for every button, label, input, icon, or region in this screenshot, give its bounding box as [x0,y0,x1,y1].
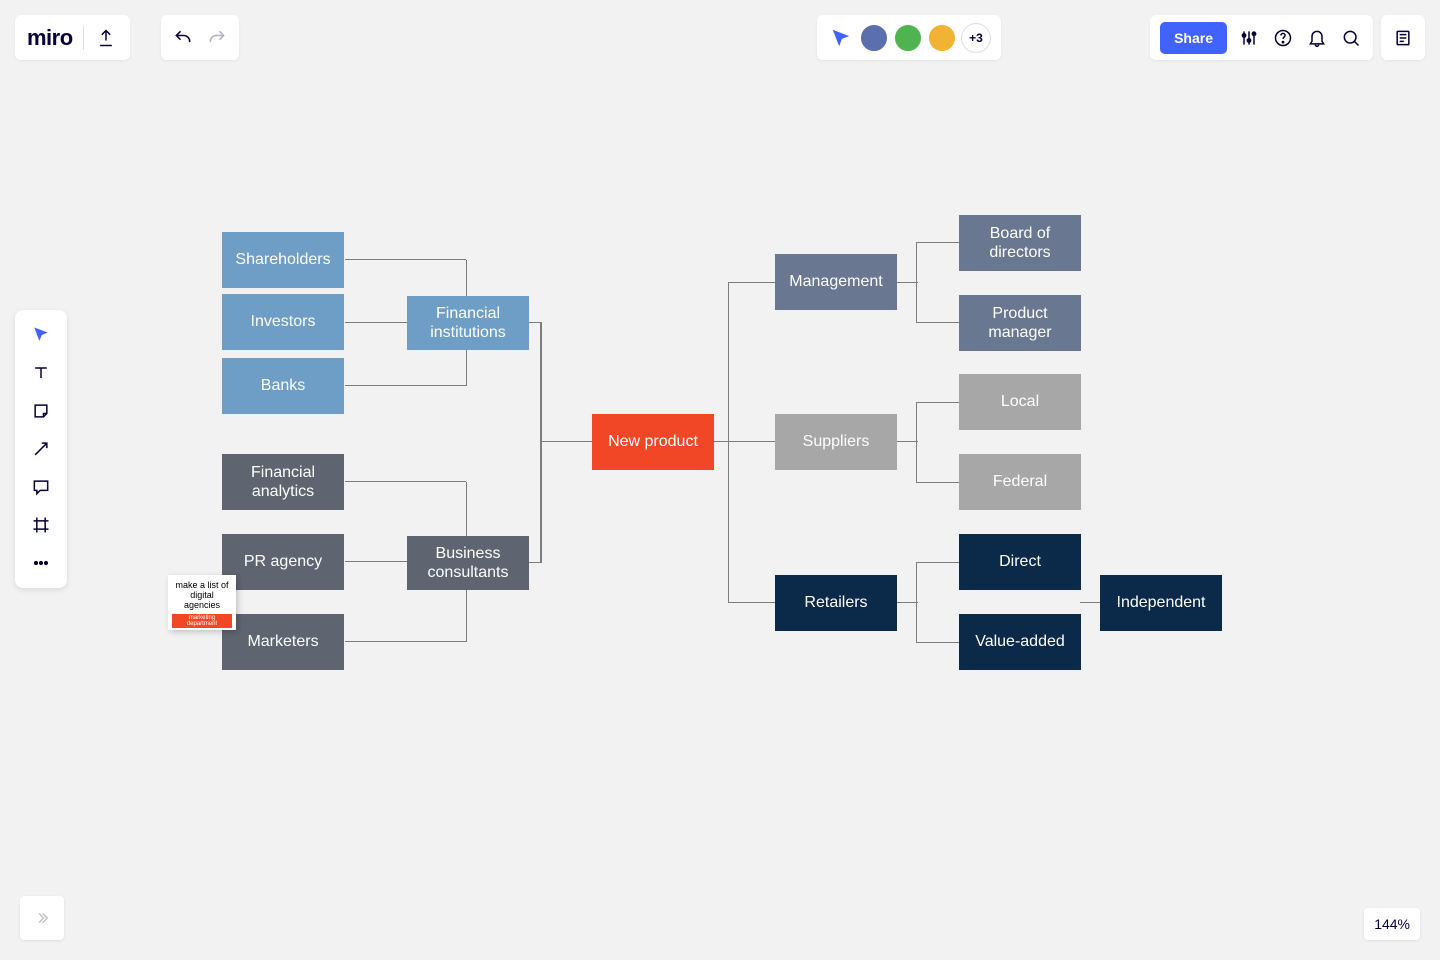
share-button[interactable]: Share [1160,22,1227,54]
comment-tool[interactable] [22,470,60,504]
node-independent[interactable]: Independent [1100,575,1222,631]
tool-palette [15,310,67,588]
undo-icon[interactable] [171,26,195,50]
divider [83,26,84,50]
zoom-level[interactable]: 144% [1364,908,1420,940]
node-investors[interactable]: Investors [222,294,344,350]
collaborators-group: +3 [817,15,1001,60]
node-value-added[interactable]: Value-added [959,614,1081,670]
node-product-manager[interactable]: Product manager [959,295,1081,351]
avatar[interactable] [927,23,957,53]
node-management[interactable]: Management [775,254,897,310]
frame-tool[interactable] [22,508,60,542]
node-local[interactable]: Local [959,374,1081,430]
sticky-tag: marketing department [172,614,232,628]
more-tools[interactable] [22,546,60,580]
node-retailers[interactable]: Retailers [775,575,897,631]
node-suppliers[interactable]: Suppliers [775,414,897,470]
help-icon[interactable] [1271,26,1295,50]
node-shareholders[interactable]: Shareholders [222,232,344,288]
sticky-text: make a list of digital agencies [175,580,228,610]
notes-icon [1391,26,1415,50]
notes-panel-button[interactable] [1381,15,1425,60]
node-pr-agency[interactable]: PR agency [222,534,344,590]
sticky-note[interactable]: make a list of digital agencies marketin… [168,575,236,630]
sticky-tool[interactable] [22,394,60,428]
logo-group: miro [15,15,130,60]
presence-cursor-icon[interactable] [827,24,855,52]
avatar[interactable] [893,23,923,53]
canvas[interactable]: Shareholders Investors Banks Financial a… [0,0,1440,960]
node-banks[interactable]: Banks [222,358,344,414]
node-direct[interactable]: Direct [959,534,1081,590]
top-bar: miro +3 Share [15,15,1425,60]
node-financial-institutions[interactable]: Financial institutions [407,296,529,350]
node-new-product[interactable]: New product [592,414,714,470]
node-federal[interactable]: Federal [959,454,1081,510]
redo-icon [205,26,229,50]
settings-icon[interactable] [1237,26,1261,50]
actions-group: Share [1150,15,1373,60]
expand-panel-button[interactable] [20,896,64,940]
avatar[interactable] [859,23,889,53]
node-business-consultants[interactable]: Business consultants [407,536,529,590]
select-tool[interactable] [22,318,60,352]
bell-icon[interactable] [1305,26,1329,50]
undo-redo-group [161,15,239,60]
app-logo[interactable]: miro [27,25,73,51]
search-icon[interactable] [1339,26,1363,50]
text-tool[interactable] [22,356,60,390]
node-marketers[interactable]: Marketers [222,614,344,670]
node-fin-analytics[interactable]: Financial analytics [222,454,344,510]
arrow-tool[interactable] [22,432,60,466]
avatar-overflow[interactable]: +3 [961,23,991,53]
node-board-of-directors[interactable]: Board of directors [959,215,1081,271]
export-icon[interactable] [94,26,118,50]
